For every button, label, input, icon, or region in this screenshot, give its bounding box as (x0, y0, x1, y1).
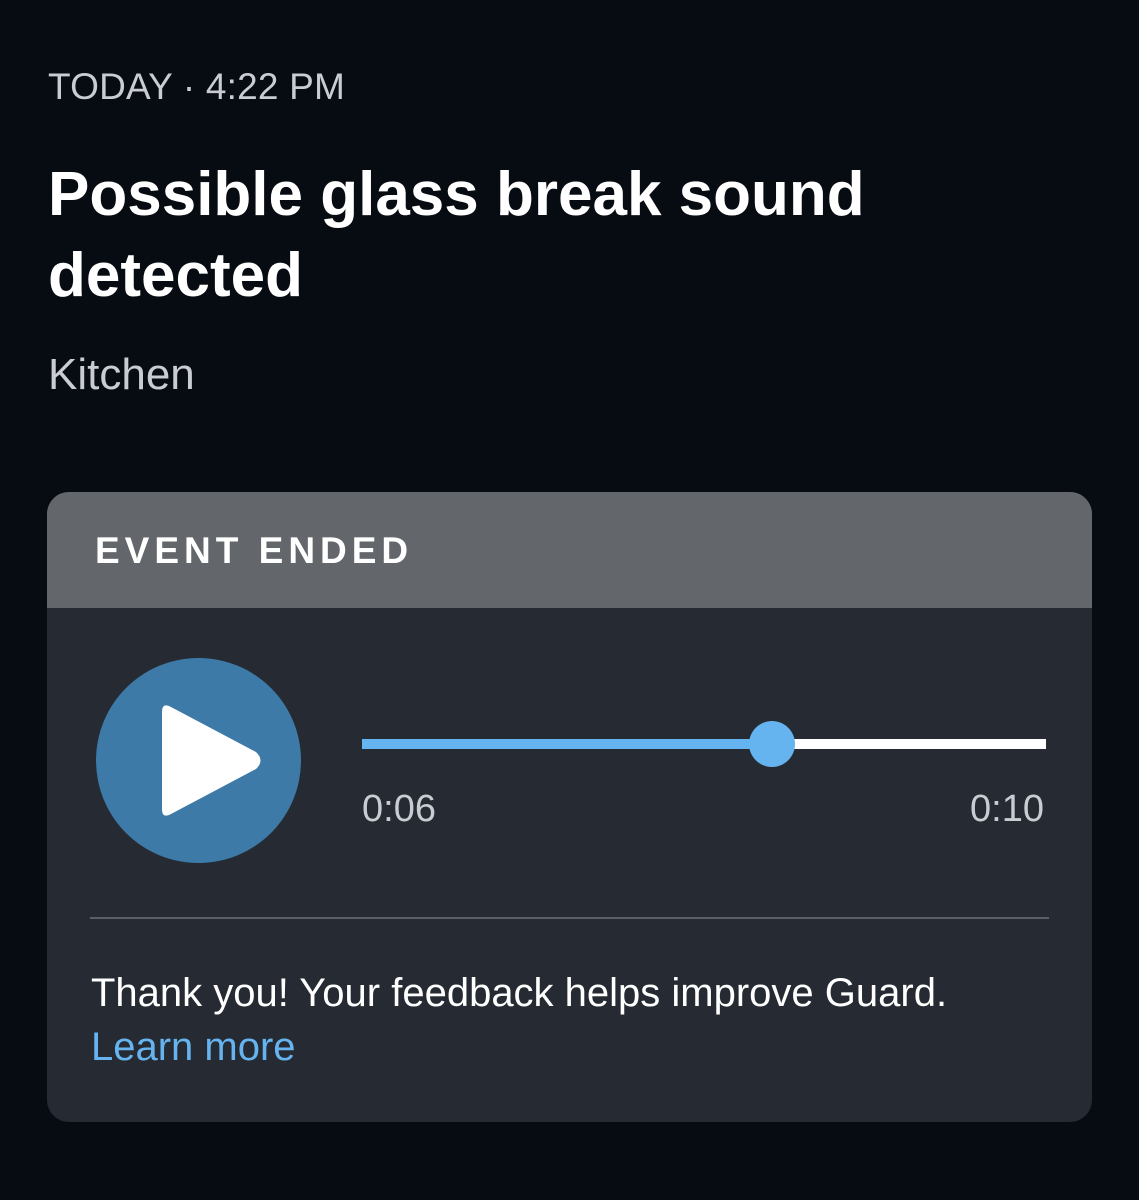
event-title: Possible glass break sound detected (48, 160, 865, 310)
feedback-section: Thank you! Your feedback helps improve G… (91, 966, 1051, 1074)
feedback-message: Thank you! Your feedback helps improve G… (91, 971, 948, 1015)
divider (90, 917, 1049, 919)
event-status-header: EVENT ENDED (47, 492, 1092, 608)
current-time: 0:06 (362, 788, 436, 830)
learn-more-link[interactable]: Learn more (91, 1020, 296, 1074)
event-status-label: EVENT ENDED (95, 530, 414, 571)
audio-progress-slider[interactable] (362, 720, 1046, 768)
play-icon (162, 705, 261, 816)
slider-progress-fill (362, 739, 773, 749)
event-timestamp: TODAY · 4:22 PM (48, 66, 346, 107)
event-card: EVENT ENDED 0:06 0:10 Thank you! Your fe… (47, 492, 1092, 1122)
slider-thumb[interactable] (749, 721, 796, 767)
event-location: Kitchen (48, 350, 195, 399)
total-duration: 0:10 (970, 788, 1044, 830)
play-button[interactable] (96, 658, 301, 863)
